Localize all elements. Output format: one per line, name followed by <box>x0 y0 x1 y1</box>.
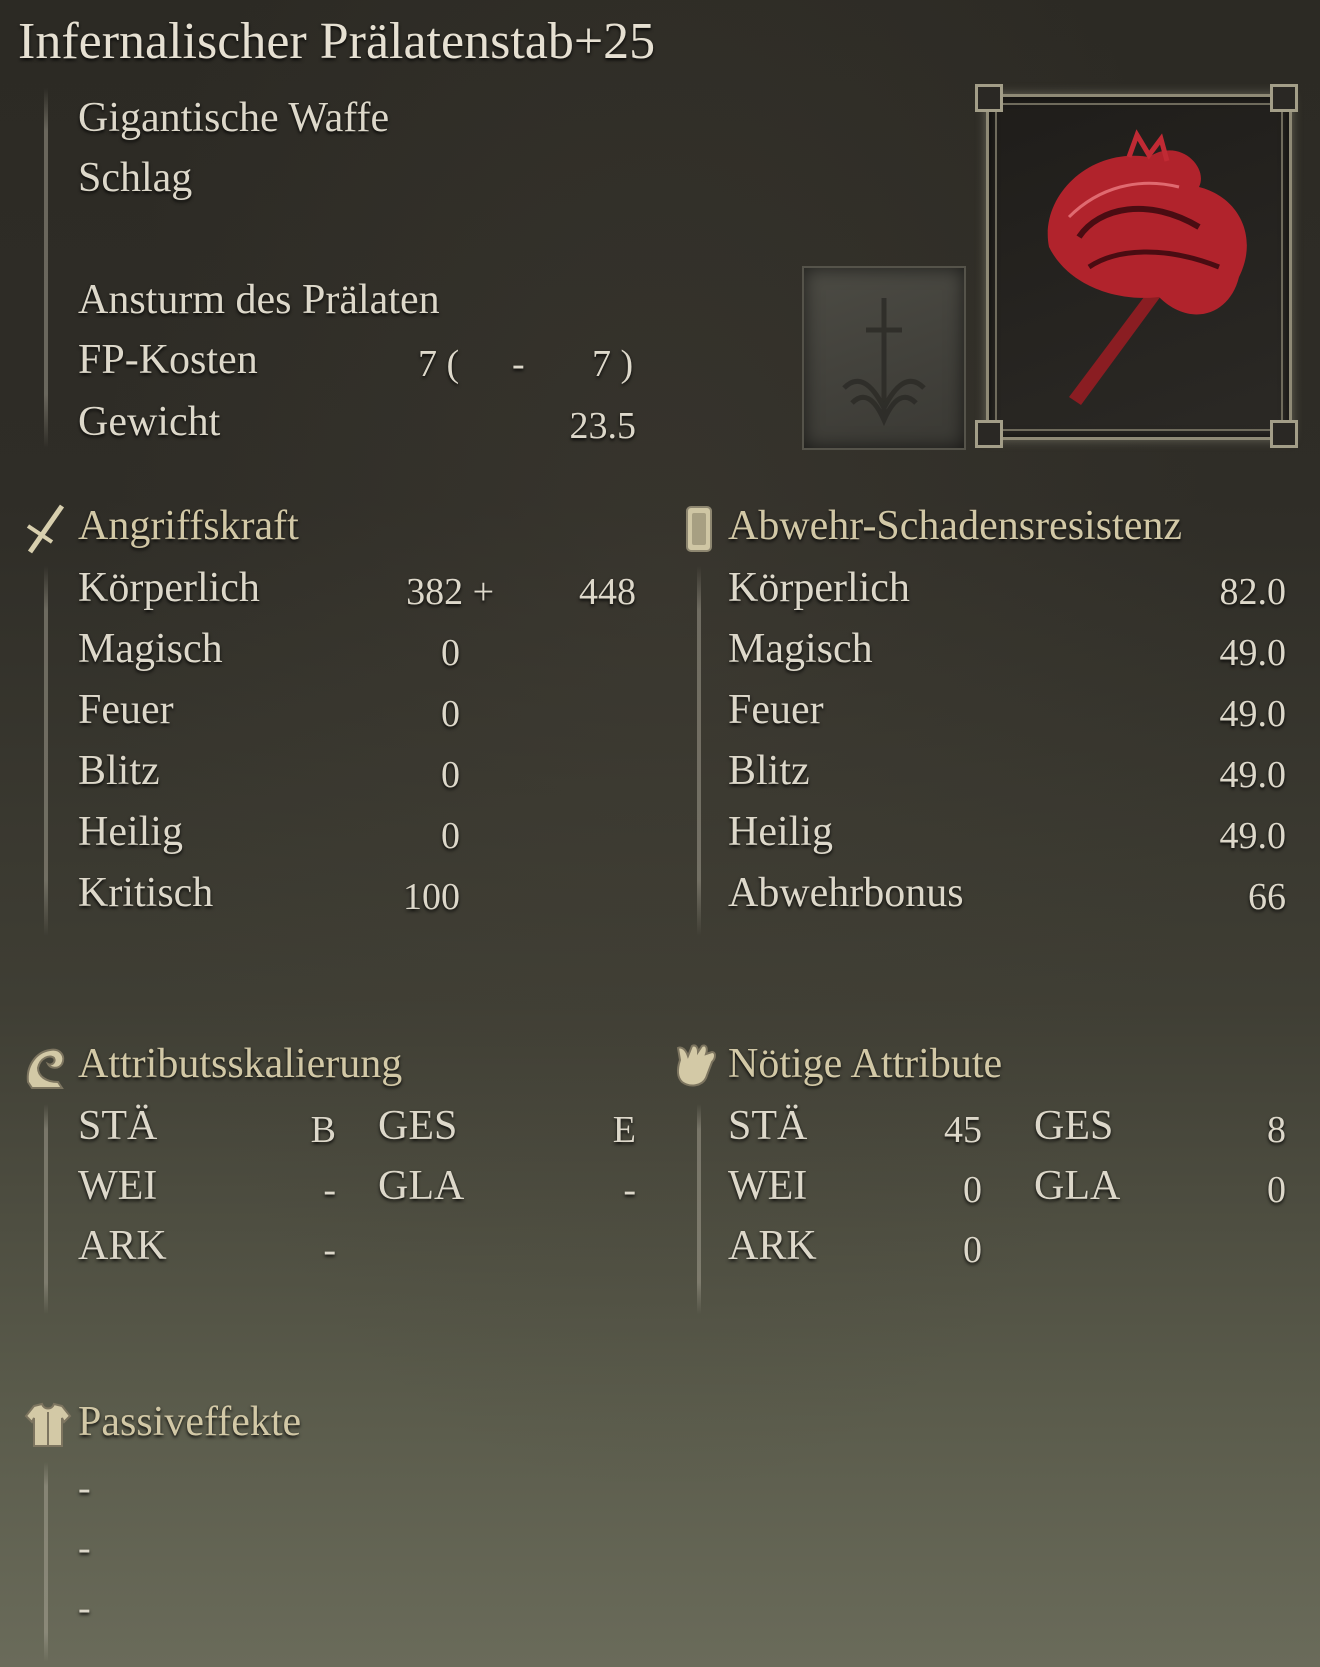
requirement-attr-label: WEI <box>728 1163 808 1209</box>
section-divider <box>44 566 48 936</box>
flexed-arm-icon <box>26 1048 65 1089</box>
item-title: Infernalischer Prälatenstab+25 <box>18 13 656 70</box>
frame-corner <box>975 420 1003 448</box>
requirement-attr-value: 8 <box>1267 1109 1286 1151</box>
attack-label: Magisch <box>78 626 223 672</box>
attack-label: Blitz <box>78 748 160 794</box>
scaling-attr-label: STÄ <box>78 1103 158 1149</box>
fp-cost-value-max: 7 ) <box>592 343 634 385</box>
shield-icon <box>686 506 712 552</box>
guard-label: Magisch <box>728 626 873 672</box>
attack-value: 0 <box>441 693 460 735</box>
guard-value: 66 <box>1248 876 1286 918</box>
damage-type: Schlag <box>78 155 193 201</box>
passive-effect: - <box>78 1587 91 1629</box>
attack-value: 0 <box>441 815 460 857</box>
section-divider <box>44 1462 48 1662</box>
requirement-attr-value: 0 <box>1267 1169 1286 1211</box>
frame-corner <box>975 84 1003 112</box>
requirement-attr-value: 45 <box>944 1109 982 1151</box>
fp-cost-dash: - <box>512 343 525 385</box>
red-great-hammer-icon <box>1047 129 1247 405</box>
guard-value: 49.0 <box>1219 754 1287 796</box>
guard-header: Abwehr-Schadensresistenz <box>728 503 1183 549</box>
attack-header: Angriffskraft <box>78 503 299 549</box>
guard-label: Blitz <box>728 748 810 794</box>
attack-bonus: 448 <box>579 571 636 613</box>
weight-value: 23.5 <box>569 405 637 447</box>
skill-name: Ansturm des Prälaten <box>78 277 440 323</box>
requirement-attr-label: GES <box>1034 1103 1114 1149</box>
attack-label: Feuer <box>78 687 174 733</box>
requirement-attr-label: ARK <box>728 1223 817 1269</box>
scaling-attr-value: B <box>310 1109 336 1151</box>
guard-value: 49.0 <box>1219 815 1287 857</box>
section-divider <box>697 566 701 936</box>
attack-label: Heilig <box>78 809 183 855</box>
sword-icon <box>26 504 65 554</box>
guard-label: Abwehrbonus <box>728 870 964 916</box>
item-image-frame <box>986 94 1292 440</box>
skill-icon-box <box>802 266 966 450</box>
guard-value: 82.0 <box>1219 571 1287 613</box>
scaling-header: Attributsskalierung <box>78 1041 403 1087</box>
scaling-attr-label: WEI <box>78 1163 158 1209</box>
scaling-attr-value: - <box>623 1169 636 1211</box>
guard-label: Feuer <box>728 687 824 733</box>
attack-value: 0 <box>441 754 460 796</box>
frame-corner <box>1270 84 1298 112</box>
passive-effect: - <box>78 1527 91 1569</box>
requirement-attr-value: 0 <box>963 1169 982 1211</box>
passive-header: Passiveffekte <box>78 1399 302 1445</box>
guard-value: 49.0 <box>1219 632 1287 674</box>
frame-corner <box>1270 420 1298 448</box>
requirement-attr-value: 0 <box>963 1229 982 1271</box>
section-divider <box>697 1104 701 1314</box>
requirement-attr-label: GLA <box>1034 1163 1121 1209</box>
requirements-header: Nötige Attribute <box>728 1041 1003 1087</box>
attack-value: 0 <box>441 632 460 674</box>
section-divider <box>44 1104 48 1314</box>
fp-cost-label: FP-Kosten <box>78 337 258 383</box>
fp-cost-value: 7 ( <box>418 343 460 385</box>
scaling-attr-label: GLA <box>378 1163 465 1209</box>
requirement-attr-label: STÄ <box>728 1103 808 1149</box>
scaling-attr-value: - <box>323 1169 336 1211</box>
guard-label: Körperlich <box>728 565 910 611</box>
passive-effect: - <box>78 1467 91 1509</box>
weight-label: Gewicht <box>78 399 221 445</box>
attack-label: Kritisch <box>78 870 214 916</box>
scaling-attr-label: ARK <box>78 1223 167 1269</box>
scaling-attr-value: E <box>612 1109 636 1151</box>
section-divider <box>44 88 48 448</box>
guard-value: 49.0 <box>1219 693 1287 735</box>
scaling-attr-label: GES <box>378 1103 458 1149</box>
armor-icon <box>24 1402 72 1447</box>
attack-value: 382 + <box>406 571 494 613</box>
sword-ash-of-war-icon <box>842 298 926 427</box>
attack-value: 100 <box>403 876 460 918</box>
weapon-type: Gigantische Waffe <box>78 95 390 141</box>
guard-label: Heilig <box>728 809 833 855</box>
scaling-attr-value: - <box>323 1229 336 1271</box>
attack-label: Körperlich <box>78 565 260 611</box>
hand-icon <box>676 1044 716 1087</box>
